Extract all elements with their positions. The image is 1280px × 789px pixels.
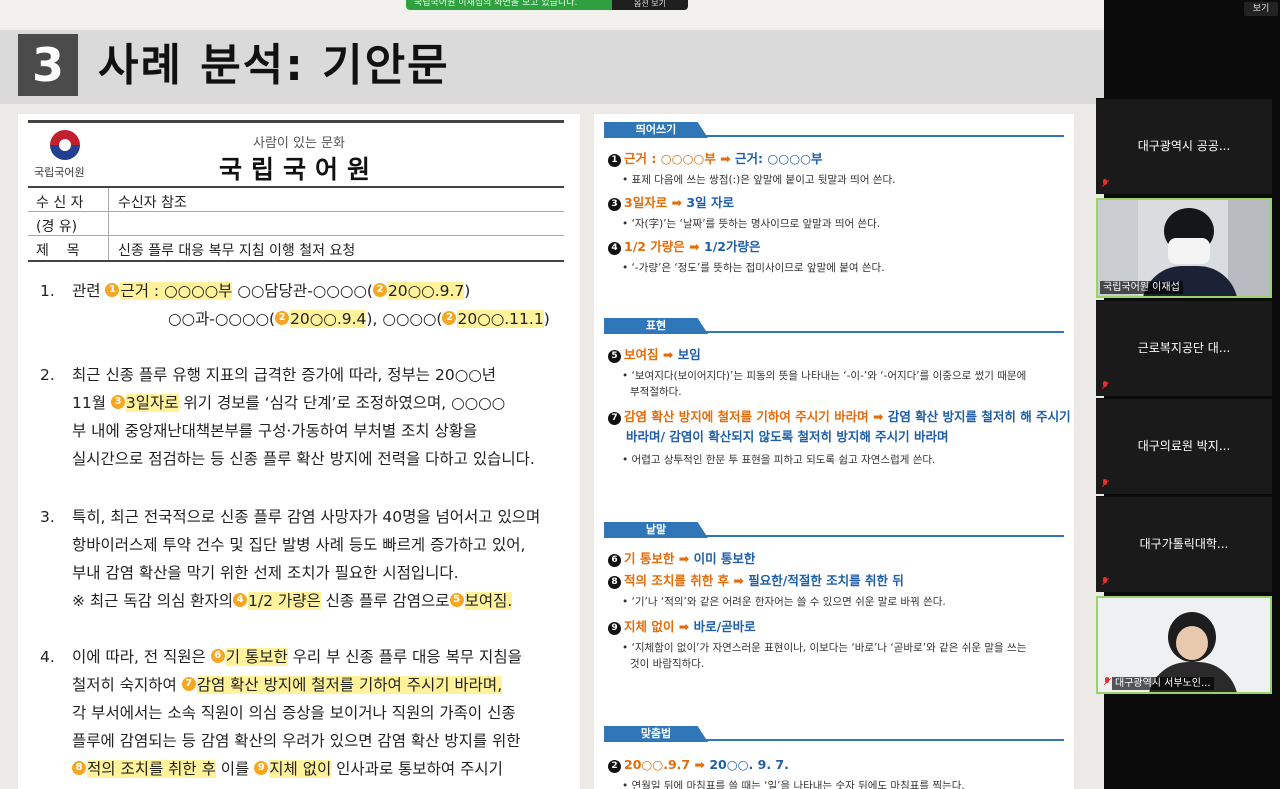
- paragraph-1-line-1: 관련 1 근거 : ○○○○부 ○○담당관-○○○○(2 20○○.9.7): [72, 282, 471, 300]
- paragraph-4-line-1: 이에 따라, 전 직원은 6기 통보한 우리 부 신종 플루 대응 복무 지침을: [72, 648, 522, 666]
- muted-mic-icon: [1101, 577, 1110, 586]
- muted-mic-icon: [1101, 179, 1110, 188]
- section-words: 낱말: [604, 522, 1064, 538]
- correction-item-8: 8 적의 조치를 취한 후 ➡ 필요한/적절한 조치를 취한 뒤: [608, 572, 904, 590]
- correction-note-9b: 것이 바람직하다.: [630, 658, 705, 670]
- meta-key: (경 유): [36, 219, 78, 235]
- participant-name: 대구광역시 공공...: [1137, 139, 1231, 153]
- correction-note-3: • ‘자(字)’는 ‘날짜’를 뜻하는 명사이므로 앞말과 띄어 쓴다.: [622, 218, 881, 230]
- correction-item-7: 7 감염 확산 방지에 철저를 기하여 주시기 바라며 ➡ 감염 확산 방지를 철…: [608, 408, 1071, 426]
- participant-tile[interactable]: 근로복지공단 대...: [1096, 300, 1272, 396]
- correction-note-8: • ‘기’나 ‘적의’와 같은 어려운 한자어는 쓸 수 있으면 쉬운 말로 바…: [622, 596, 946, 608]
- screen-share-banner: 국립국어원 이재섭의 화면을 보고 있습니다. 옵션 보기: [406, 0, 688, 10]
- paragraph-number: 1.: [40, 282, 55, 300]
- participant-name: 대구가톨릭대학...: [1139, 537, 1229, 551]
- correction-note-9: • ‘지체함이 없이’가 자연스러운 표현이나, 이보다는 ‘바로’나 ‘곧바로…: [622, 642, 1027, 654]
- paragraph-3-line-4: ※ 최근 독감 의심 환자의 4 1/2 가량은 신종 플루 감염으로 5 보여짐.: [72, 592, 513, 610]
- correction-note-2: • 연월일 뒤에 마침표를 쓸 때는 ‘일’을 나타내는 숫자 뒤에도 마침표를…: [622, 780, 965, 789]
- paragraph-3-line-2: 항바이러스제 투약 건수 및 집단 발병 사례 등도 빠르게 증가하고 있어,: [72, 536, 526, 554]
- correction-item-3: 3 3일자로 ➡ 3일 자로: [608, 194, 734, 212]
- meta-row-subject: 제 목 신종 플루 대응 복무 지침 이행 철저 요청: [28, 236, 564, 260]
- meta-key: 수 신 자: [36, 195, 84, 211]
- document-subtitle: 사람이 있는 문화: [253, 136, 345, 151]
- paragraph-number: 3.: [40, 508, 55, 526]
- correction-note-5b: 부적절하다.: [630, 386, 682, 398]
- correction-note-4: • ‘-가량’은 ‘정도’를 뜻하는 접미사이므로 앞말에 붙여 쓴다.: [622, 262, 885, 274]
- paragraph-3-line-3: 부내 감염 확산을 막기 위한 선제 조치가 필요한 시점입니다.: [72, 564, 459, 582]
- paragraph-2-line-2: 11월 3 3일자로 위기 경보를 ‘심각 단계’로 조정하였으며, ○○○○: [72, 394, 506, 412]
- meta-row-via: (경 유): [28, 212, 564, 236]
- participant-tile[interactable]: 대구가톨릭대학...: [1096, 496, 1272, 592]
- slide-title: 사례 분석: 기안문: [98, 40, 450, 91]
- participant-tile[interactable]: 대구광역시 공공...: [1096, 98, 1272, 194]
- correction-item-5: 5 보여짐 ➡ 보임: [608, 346, 701, 364]
- paragraph-4-line-5: 8 적의 조치를 취한 후 이를 9 지체 없이 인사과로 통보하여 주시기: [72, 758, 503, 780]
- paragraph-2-line-4: 실시간으로 점검하는 등 신종 플루 확산 방지에 전력을 다하고 있습니다.: [72, 450, 535, 468]
- correction-panel: 띄어쓰기 1 근거 : ○○○○부 ➡ 근거: ○○○○부 • 표제 다음에 쓰는…: [594, 114, 1074, 789]
- marker: 2: [442, 311, 457, 325]
- share-message: 국립국어원 이재섭의 화면을 보고 있습니다.: [414, 0, 578, 8]
- participant-name: 대구의료원 박지...: [1137, 439, 1231, 453]
- meta-value: 신종 플루 대응 복무 지침 이행 철저 요청: [118, 243, 356, 259]
- correction-item-7b: 바라며/ 감염이 확산되지 않도록 철저히 방지해 주시기 바라며: [626, 429, 949, 444]
- marker: 8: [72, 761, 86, 775]
- section-spelling: 맞춤법: [604, 726, 1064, 742]
- correction-item-9: 9 지체 없이 ➡ 바로/곧바로: [608, 618, 756, 636]
- draft-document: 국립국어원 사람이 있는 문화 국립국어원 수 신 자 수신자 참조 (경 유)…: [18, 114, 580, 789]
- view-button[interactable]: 보기: [1244, 2, 1278, 16]
- marker: 6: [210, 649, 225, 663]
- paragraph-2-line-1: 최근 신종 플루 유행 지표의 급격한 증가에 따라, 정부는 20○○년: [72, 366, 497, 384]
- section-spacing: 띄어쓰기: [604, 122, 1064, 138]
- correction-item-2: 2 20○○.9.7 ➡ 20○○. 9. 7.: [608, 756, 789, 774]
- shared-screen: 국립국어원 이재섭의 화면을 보고 있습니다. 옵션 보기 3 사례 분석: 기…: [0, 0, 1104, 789]
- marker: 9: [254, 761, 269, 775]
- participant-name: 국립국어원 이재섭: [1100, 281, 1183, 294]
- participant-tile[interactable]: 대구의료원 박지...: [1096, 398, 1272, 494]
- paragraph-4-line-2: 철저히 숙지하여 7 감염 확산 방지에 철저를 기하여 주시기 바라며,: [72, 676, 503, 694]
- participant-name: 대구광역시 서부노인...: [1112, 677, 1214, 690]
- document-org: 국립국어원: [218, 155, 379, 184]
- view-options-button[interactable]: 옵션 보기: [612, 0, 688, 10]
- slide-number: 3: [18, 34, 78, 96]
- correction-item-6: 6기 통보한 ➡ 이미 통보한: [608, 550, 755, 568]
- document-meta-table: 수 신 자 수신자 참조 (경 유) 제 목 신종 플루 대응 복무 지침 이행…: [28, 186, 564, 262]
- correction-item-1: 1 근거 : ○○○○부 ➡ 근거: ○○○○부: [608, 150, 823, 168]
- correction-note-7: • 어렵고 상투적인 한문 투 표현을 피하고 되도록 쉽고 자연스럽게 쓴다.: [622, 454, 936, 466]
- marker: 2: [275, 311, 290, 325]
- marker: 1: [105, 283, 120, 297]
- section-expression: 표현: [604, 318, 1064, 334]
- marker: 4: [233, 593, 248, 607]
- correction-item-4: 4 1/2 가량은 ➡ 1/2가량은: [608, 238, 760, 256]
- muted-mic-icon: [1103, 677, 1112, 686]
- participant-video-tile[interactable]: 국립국어원 이재섭: [1096, 198, 1272, 298]
- meta-key: 제 목: [36, 243, 80, 259]
- marker: 3: [110, 395, 125, 409]
- paragraph-4-line-4: 플루에 감염되는 등 감염 확산의 우려가 있으면 감염 확산 방지를 위한: [72, 732, 521, 750]
- meta-row-recipient: 수 신 자 수신자 참조: [28, 188, 564, 212]
- marker: 2: [372, 283, 387, 297]
- muted-mic-icon: [1101, 479, 1110, 488]
- paragraph-number: 2.: [40, 366, 55, 384]
- paragraph-3-line-1: 특히, 최근 전국적으로 신종 플루 감염 사망자가 40명을 넘어서고 있으며: [72, 508, 541, 526]
- participant-video-tile[interactable]: 대구광역시 서부노인...: [1096, 596, 1272, 694]
- document-top-rule: [28, 120, 564, 123]
- paragraph-4-line-3: 각 부서에서는 소속 직원이 의심 증상을 보이거나 직원의 가족이 신종: [72, 704, 516, 722]
- correction-note-5: • ‘보여지다(보이어지다)’는 피동의 뜻을 나타내는 ‘-이-’와 ‘-어지…: [622, 370, 1027, 382]
- marker: 7: [181, 677, 196, 691]
- correction-note-1: • 표제 다음에 쓰는 쌍점(:)은 앞말에 붙이고 뒷말과 띄어 쓴다.: [622, 174, 896, 186]
- marker: 5: [449, 593, 464, 607]
- muted-mic-icon: [1101, 381, 1110, 390]
- meta-value: 수신자 참조: [118, 195, 187, 211]
- paragraph-1-line-2: ○○과-○○○○(2 20○○.9.4), ○○○○(2 20○○.11.1): [168, 310, 550, 328]
- paragraph-2-line-3: 부 내에 중앙재난대책본부를 구성·가동하여 부처별 조치 상황을: [72, 422, 478, 440]
- participant-name: 근로복지공단 대...: [1137, 341, 1231, 355]
- paragraph-number: 4.: [40, 648, 55, 666]
